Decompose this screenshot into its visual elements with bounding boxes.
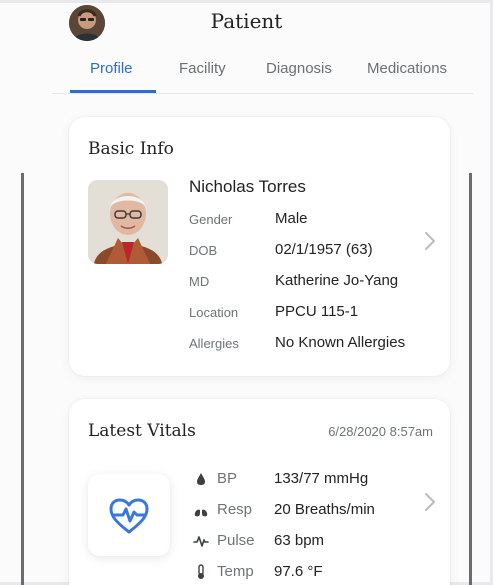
dob-value: 02/1/1957 (63) [275,241,373,258]
latest-vitals-card[interactable]: Latest Vitals 6/28/2020 8:57am BP 133/77… [69,399,450,585]
tab-medications[interactable]: Medications [367,60,447,77]
pulse-wave-icon [193,533,209,549]
vitals-heart-tile [88,474,170,556]
frame-border-top [0,0,493,3]
bp-label: BP [217,470,238,487]
patient-name: Nicholas Torres [189,177,306,196]
tab-bar: Profile Facility Diagnosis Medications [70,58,470,94]
right-edge-line [469,173,472,585]
lungs-icon [193,502,209,518]
latest-vitals-title: Latest Vitals [88,421,196,441]
left-edge-line [21,173,24,585]
gender-label: Gender [189,212,233,227]
chevron-right-icon[interactable] [424,231,436,257]
resp-value: 20 Breaths/min [274,501,375,518]
tab-facility[interactable]: Facility [179,60,226,77]
location-label: Location [189,305,239,320]
chevron-right-icon[interactable] [424,492,436,518]
thermometer-icon [193,564,209,580]
chevron-right-icon-svg [425,493,435,511]
chevron-right-icon-svg [425,232,435,250]
basic-info-card[interactable]: Basic Info Nicholas Torres Gender Male D… [69,117,450,376]
dob-label: DOB [189,243,218,258]
md-value: Katherine Jo-Yang [275,272,399,289]
allergies-value: No Known Allergies [275,334,406,351]
tab-diagnosis[interactable]: Diagnosis [266,60,332,77]
allergies-label: Allergies [189,336,239,351]
temp-label: Temp [217,563,254,580]
basic-info-title: Basic Info [88,139,174,159]
patient-photo-image [88,180,168,264]
patient-photo [88,180,168,264]
vitals-timestamp: 6/28/2020 8:57am [328,424,433,439]
pulse-value: 63 bpm [274,532,325,549]
gender-value: Male [275,210,308,227]
temp-value: 97.6 °F [274,563,323,580]
pulse-label: Pulse [217,532,255,549]
tab-bar-divider [52,93,473,94]
heart-pulse-icon [109,498,149,534]
tab-profile[interactable]: Profile [90,60,133,77]
page-title: Patient [210,9,283,33]
bp-value: 133/77 mmHg [274,470,369,487]
blood-drop-icon [193,471,209,487]
patient-screen: Patient Profile Facility Diagnosis Medic… [0,0,493,585]
resp-label: Resp [217,501,253,518]
md-label: MD [189,274,210,289]
location-value: PPCU 115-1 [275,303,359,320]
